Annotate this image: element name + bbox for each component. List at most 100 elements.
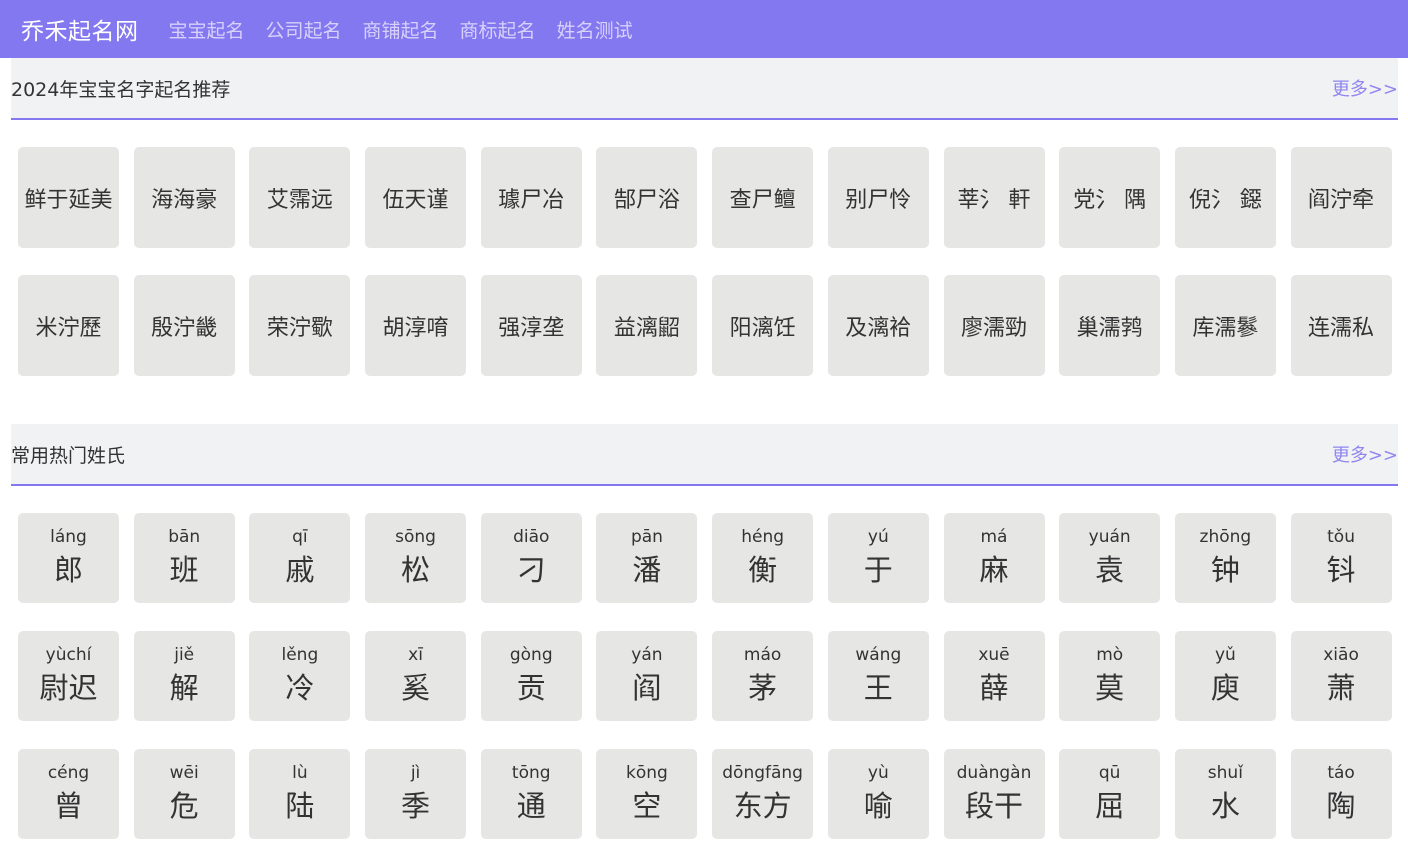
surname-card[interactable]: lù 陆: [249, 749, 351, 839]
surname-card[interactable]: bān 班: [133, 513, 235, 603]
surname-hanzi: 王: [863, 671, 893, 705]
surname-pinyin: jiě: [174, 645, 195, 665]
site-logo-text[interactable]: 乔禾起名网: [21, 12, 139, 46]
surname-pinyin: zhōng: [1199, 527, 1252, 547]
name-card[interactable]: 廖濡勁: [943, 275, 1045, 376]
surname-hanzi: 东方: [733, 789, 792, 823]
name-card[interactable]: 米泞歷: [18, 275, 119, 376]
surname-hanzi: 松: [401, 553, 431, 587]
name-card[interactable]: 胡淳唷: [365, 275, 467, 376]
surname-pinyin: láng: [50, 527, 87, 547]
surname-card[interactable]: yú 于: [827, 513, 929, 603]
surname-card[interactable]: qī 戚: [249, 513, 351, 603]
surname-pinyin: qū: [1098, 763, 1121, 783]
surnames-section-title: 常用热门姓氏: [11, 444, 126, 467]
surname-pinyin: qī: [292, 527, 308, 547]
surname-pinyin: máo: [743, 645, 782, 665]
surname-card[interactable]: yùchí 尉迟: [18, 631, 119, 721]
name-card[interactable]: 荣泞歜: [249, 275, 351, 376]
surnames-grid: láng 郎 bān 班 qī 戚 sōng 松 diāo 刁 pān 潘 héng 衡 yú 于 má 麻 yuá…: [18, 513, 1408, 839]
name-card[interactable]: 查尸鳣: [712, 147, 814, 248]
surname-pinyin: yǔ: [1214, 645, 1236, 665]
surname-pinyin: sōng: [395, 527, 436, 547]
surname-hanzi: 尉迟: [39, 671, 98, 705]
name-card[interactable]: 海海豪: [133, 147, 235, 248]
surname-hanzi: 冷: [285, 671, 315, 705]
surname-pinyin: xī: [408, 645, 423, 665]
surname-hanzi: 莫: [1095, 671, 1125, 705]
surname-card[interactable]: céng 曾: [18, 749, 119, 839]
surname-card[interactable]: dōngfāng 东方: [712, 749, 814, 839]
surname-card[interactable]: má 麻: [943, 513, 1045, 603]
surname-card[interactable]: qū 屈: [1059, 749, 1161, 839]
surname-pinyin: yù: [867, 763, 889, 783]
surname-hanzi: 潘: [632, 553, 662, 587]
surname-card[interactable]: wáng 王: [827, 631, 929, 721]
surname-card[interactable]: xuē 薛: [943, 631, 1045, 721]
name-card[interactable]: 莘氵 軒: [943, 147, 1045, 248]
surname-hanzi: 陆: [285, 789, 315, 823]
surnames-more-link[interactable]: 更多>>: [1332, 441, 1398, 467]
surname-pinyin: pān: [630, 527, 663, 547]
surname-card[interactable]: gòng 贡: [480, 631, 582, 721]
name-card[interactable]: 殷泞畿: [133, 275, 235, 376]
name-card[interactable]: 伍天谨: [365, 147, 467, 248]
surname-card[interactable]: xiāo 萧: [1290, 631, 1392, 721]
nav-link-trademark-naming[interactable]: 商标起名: [460, 16, 536, 43]
nav-link-shop-naming[interactable]: 商铺起名: [363, 16, 439, 43]
name-card[interactable]: 益漓鼦: [596, 275, 698, 376]
surname-card[interactable]: diāo 刁: [480, 513, 582, 603]
name-card[interactable]: 艾霈远: [249, 147, 351, 248]
surname-card[interactable]: lěng 冷: [249, 631, 351, 721]
name-card[interactable]: 别尸怜: [827, 147, 929, 248]
surname-card[interactable]: kōng 空: [596, 749, 698, 839]
surname-card[interactable]: héng 衡: [712, 513, 814, 603]
name-card[interactable]: 巢濡鹁: [1059, 275, 1161, 376]
surname-pinyin: céng: [47, 763, 90, 783]
surname-card[interactable]: jiě 解: [133, 631, 235, 721]
surname-card[interactable]: táo 陶: [1290, 749, 1392, 839]
surname-card[interactable]: zhōng 钟: [1174, 513, 1276, 603]
name-card[interactable]: 连濡私: [1290, 275, 1392, 376]
surname-card[interactable]: yǔ 庾: [1174, 631, 1276, 721]
name-card[interactable]: 阎泞牵: [1290, 147, 1392, 248]
name-card[interactable]: 倪氵 鐚: [1174, 147, 1276, 248]
surname-pinyin: wēi: [169, 763, 199, 783]
name-card[interactable]: 党氵 隅: [1059, 147, 1161, 248]
surname-card[interactable]: yán 阎: [596, 631, 698, 721]
name-card[interactable]: 强淳垄: [480, 275, 582, 376]
surname-card[interactable]: láng 郎: [18, 513, 119, 603]
surname-hanzi: 于: [863, 553, 893, 587]
surname-card[interactable]: wēi 危: [133, 749, 235, 839]
nav-link-company-naming[interactable]: 公司起名: [266, 16, 342, 43]
surname-card[interactable]: duàngàn 段干: [943, 749, 1045, 839]
surname-card[interactable]: tǒu 钭: [1290, 513, 1392, 603]
name-card[interactable]: 郜尸浴: [596, 147, 698, 248]
surname-card[interactable]: xī 奚: [365, 631, 467, 721]
surname-pinyin: wáng: [855, 645, 902, 665]
names-more-link[interactable]: 更多>>: [1332, 75, 1398, 101]
surname-pinyin: tǒu: [1327, 527, 1355, 547]
surname-pinyin: xiāo: [1323, 645, 1359, 665]
name-card[interactable]: 库濡鬖: [1174, 275, 1276, 376]
names-section-header: 2024年宝宝名字起名推荐 更多>>: [11, 58, 1398, 120]
surname-pinyin: lù: [292, 763, 308, 783]
surname-card[interactable]: sōng 松: [365, 513, 467, 603]
surname-pinyin: dōngfāng: [722, 763, 803, 783]
surname-card[interactable]: shuǐ 水: [1174, 749, 1276, 839]
name-card[interactable]: 鲜于延美: [18, 147, 119, 248]
surname-card[interactable]: jì 季: [365, 749, 467, 839]
name-card[interactable]: 及漓袷: [827, 275, 929, 376]
name-card[interactable]: 阳漓饪: [712, 275, 814, 376]
nav-link-name-test[interactable]: 姓名测试: [557, 16, 633, 43]
surname-card[interactable]: pān 潘: [596, 513, 698, 603]
surname-card[interactable]: yù 喻: [827, 749, 929, 839]
surname-card[interactable]: máo 茅: [712, 631, 814, 721]
nav-link-baby-naming[interactable]: 宝宝起名: [169, 16, 245, 43]
name-card[interactable]: 璩尸冶: [480, 147, 582, 248]
surname-card[interactable]: tōng 通: [480, 749, 582, 839]
surname-card[interactable]: mò 莫: [1059, 631, 1161, 721]
surname-pinyin: jì: [410, 763, 421, 783]
surname-card[interactable]: yuán 袁: [1059, 513, 1161, 603]
surname-hanzi: 衡: [748, 553, 778, 587]
